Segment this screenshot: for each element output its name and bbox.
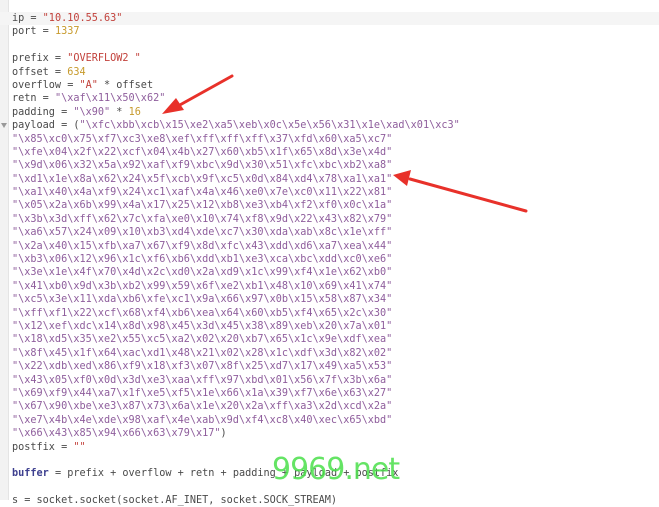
arrow-to-padding-line (162, 74, 234, 114)
annotation-arrows (162, 74, 528, 213)
arrow-to-payload (393, 170, 528, 213)
watermark: 9969.net (272, 452, 400, 487)
